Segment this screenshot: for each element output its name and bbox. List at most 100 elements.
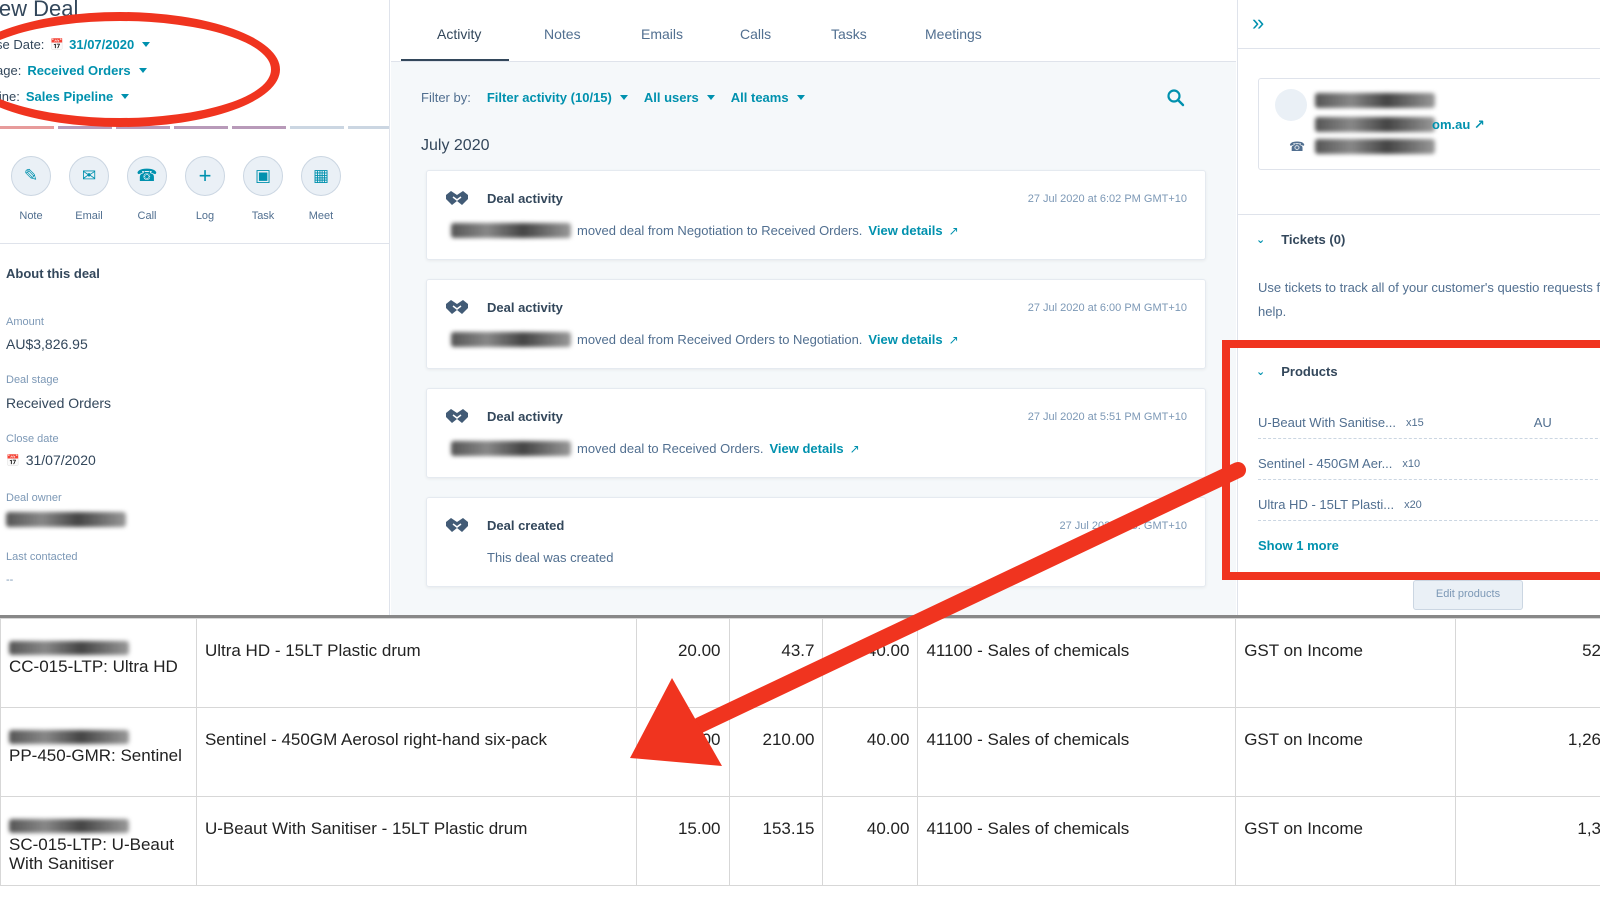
filter-teams-dropdown[interactable]: All teams (731, 90, 805, 105)
activity-card[interactable]: Deal activity 27 Jul 2020 at 6:02 PM GMT… (426, 170, 1206, 260)
amount-cell[interactable]: 52 (1455, 618, 1600, 708)
contact-email-text: om.au (1432, 117, 1471, 132)
deal-owner-value[interactable] (6, 512, 126, 527)
item-code: PP-450-GMR: Sentinel (9, 746, 182, 765)
phone-icon[interactable]: ☎ (127, 156, 167, 196)
quantity-cell[interactable]: 00 (635, 707, 730, 797)
calendar-icon: 📅 (6, 454, 20, 467)
meet-action-label: Meet (308, 210, 334, 222)
quantity-cell[interactable]: 20.00 (635, 618, 730, 708)
description-cell[interactable]: Sentinel - 450GM Aerosol right-hand six-… (195, 707, 637, 797)
activity-body: moved deal from Received Orders to Negot… (451, 332, 959, 347)
view-details-link[interactable]: View details (769, 441, 843, 456)
contact-email-link[interactable]: om.au ↗ (1432, 117, 1485, 133)
item-code-cell[interactable]: CC-015-LTP: Ultra HD (0, 618, 197, 708)
email-icon[interactable]: ✉ (69, 156, 109, 196)
tax-rate-cell[interactable]: GST on Income (1235, 618, 1457, 708)
activity-title: Deal created (487, 518, 565, 533)
external-link-icon: ↗ (849, 441, 860, 456)
item-code: CC-015-LTP: Ultra HD (9, 657, 178, 676)
call-action[interactable]: ☎ Call (126, 156, 168, 222)
description-cell[interactable]: U-Beaut With Sanitiser - 15LT Plastic dr… (195, 796, 637, 886)
filter-activity-dropdown[interactable]: Filter activity (10/15) (487, 90, 628, 105)
search-icon[interactable] (1166, 88, 1186, 108)
stage-segment (348, 126, 389, 129)
item-code-cell[interactable]: PP-450-GMR: Sentinel (0, 707, 197, 797)
amount-value[interactable]: AU$3,826.95 (6, 336, 88, 352)
quantity-cell[interactable]: 15.00 (635, 796, 730, 886)
amount-cell[interactable]: 1,26 (1455, 707, 1600, 797)
activity-text: This deal was created (487, 550, 614, 565)
task-action-label: Task (251, 210, 275, 222)
tab-tasks[interactable]: Tasks (831, 26, 867, 42)
activity-tabs: Activity Notes Emails Calls Tasks Meetin… (391, 0, 1236, 62)
description-cell[interactable]: Ultra HD - 15LT Plastic drum (195, 618, 637, 708)
meet-action[interactable]: ▦ Meet (300, 156, 342, 222)
chevron-down-icon (619, 95, 628, 100)
task-action[interactable]: ▣ Task (242, 156, 284, 222)
view-details-link[interactable]: View details (868, 332, 942, 347)
deal-stage-value[interactable]: Received Orders (6, 395, 111, 411)
item-code-cell[interactable]: SC-015-LTP: U-Beaut With Sanitiser (0, 796, 197, 886)
divider (1238, 48, 1600, 49)
stage-segment (174, 126, 228, 129)
tax-rate-cell[interactable]: GST on Income (1235, 707, 1457, 797)
tab-calls[interactable]: Calls (740, 26, 771, 42)
unit-price-cell[interactable]: 210.00 (728, 707, 824, 797)
task-icon[interactable]: ▣ (243, 156, 283, 196)
filter-users-dropdown[interactable]: All users (644, 90, 715, 105)
activity-card[interactable]: Deal activity 27 Jul 2020 at 5:51 PM GMT… (426, 388, 1206, 478)
about-heading[interactable]: About this deal (6, 266, 100, 281)
tax-rate-cell[interactable]: GST on Income (1235, 796, 1457, 886)
tab-activity[interactable]: Activity (437, 26, 481, 42)
email-action[interactable]: ✉ Email (68, 156, 110, 222)
close-date-field-label: Close date (6, 433, 59, 445)
activity-card[interactable]: Deal created 27 Jul 2020 at 5: GMT+10 Th… (426, 497, 1206, 587)
activity-title: Deal activity (487, 191, 563, 206)
stage-segment (290, 126, 344, 129)
unit-price-cell[interactable]: 43.7 (728, 618, 824, 708)
tab-emails[interactable]: Emails (641, 26, 683, 42)
filter-bar: Filter by: Filter activity (10/15) All u… (421, 90, 805, 105)
tab-meetings[interactable]: Meetings (925, 26, 982, 42)
double-chevron-right-icon[interactable]: » (1252, 10, 1264, 36)
view-details-link[interactable]: View details (868, 223, 942, 238)
close-date-field-value: 31/07/2020 (25, 452, 96, 468)
account-cell[interactable]: 41100 - Sales of chemicals (917, 707, 1237, 797)
activity-card[interactable]: Deal activity 27 Jul 2020 at 6:00 PM GMT… (426, 279, 1206, 369)
quick-actions: ✎ Note ✉ Email ☎ Call + Log ▣ Task ▦ Mee… (10, 156, 342, 222)
table-row[interactable]: CC-015-LTP: Ultra HD Ultra HD - 15LT Pla… (0, 618, 1600, 708)
deal-stage-label: Deal stage (6, 374, 59, 386)
handshake-icon (446, 518, 468, 532)
note-action[interactable]: ✎ Note (10, 156, 52, 222)
contact-card[interactable]: om.au ↗ ☎ (1258, 78, 1600, 170)
activity-body: This deal was created (487, 550, 613, 565)
account-cell[interactable]: 41100 - Sales of chemicals (917, 796, 1237, 886)
close-date-field[interactable]: 📅 31/07/2020 (6, 452, 96, 468)
discount-cell[interactable]: 40.00 (822, 796, 919, 886)
amount-label: Amount (6, 316, 44, 328)
calendar-icon[interactable]: ▦ (301, 156, 341, 196)
plus-icon[interactable]: + (185, 156, 225, 196)
activity-text: moved deal to Received Orders. (577, 441, 764, 456)
activity-text: moved deal from Negotiation to Received … (577, 223, 863, 238)
table-row[interactable]: PP-450-GMR: Sentinel Sentinel - 450GM Ae… (0, 707, 1600, 797)
note-edit-icon[interactable]: ✎ (11, 156, 51, 196)
tickets-section-header[interactable]: ⌄ Tickets (0) (1256, 232, 1345, 247)
redacted-owner (6, 512, 126, 527)
last-contacted-value: -- (6, 574, 14, 586)
redacted-item-code (9, 819, 129, 833)
unit-price-cell[interactable]: 153.15 (728, 796, 824, 886)
redacted-contact-phone (1315, 139, 1435, 154)
discount-cell[interactable]: 40.00 (822, 618, 919, 708)
account-cell[interactable]: 41100 - Sales of chemicals (917, 618, 1237, 708)
divider (391, 61, 1236, 62)
tab-notes[interactable]: Notes (544, 26, 581, 42)
table-row[interactable]: SC-015-LTP: U-Beaut With Sanitiser U-Bea… (0, 796, 1600, 886)
stage-segment (0, 126, 54, 129)
edit-products-button[interactable]: Edit products (1413, 580, 1523, 610)
discount-cell[interactable]: 40.00 (822, 707, 919, 797)
note-action-label: Note (19, 210, 43, 222)
log-action[interactable]: + Log (184, 156, 226, 222)
amount-cell[interactable]: 1,3 (1455, 796, 1600, 886)
